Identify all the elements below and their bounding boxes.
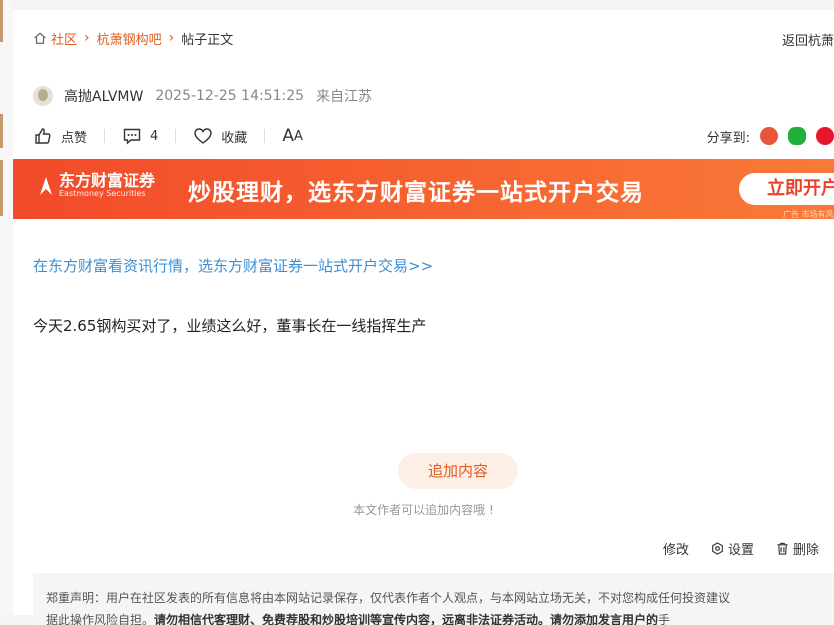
settings-label: 设置 xyxy=(727,542,754,558)
font-size-large-glyph: A xyxy=(282,126,294,146)
ad-note: 广告 市场有风险 xyxy=(783,210,834,219)
disclaimer-line: 据此操作风险自担。请勿相信代客理财、免费荐股和炒股培训等宣传内容，远离非法证券活… xyxy=(46,611,670,625)
edit-button[interactable]: 修改 xyxy=(663,539,689,558)
divider xyxy=(264,129,266,143)
font-size-small-glyph: A xyxy=(293,128,303,144)
comment-button[interactable]: 4 xyxy=(122,126,158,146)
comment-icon xyxy=(123,128,141,145)
side-accent-line xyxy=(0,114,3,148)
delete-button[interactable]: 删除 xyxy=(776,539,819,558)
post-content: 今天2.65钢构买对了，业绩这么好，董事长在一线指挥生产 xyxy=(33,317,427,335)
post-card: 社区 › 杭萧钢构吧 › 帖子正文 返回杭萧 高抛ALVMW 2025-12-2… xyxy=(13,10,834,625)
settings-button[interactable]: 设置 xyxy=(711,539,754,558)
like-button[interactable]: 点赞 xyxy=(33,126,87,146)
collect-label: 收藏 xyxy=(221,130,248,146)
brand-name-en: Eastmoney Securities xyxy=(59,189,146,198)
font-size-toggle[interactable]: AA xyxy=(282,126,303,146)
share-stock-friend-icon[interactable] xyxy=(760,127,778,145)
heart-icon xyxy=(194,128,212,144)
banner-slogan: 炒股理财，选东方财富证券一站式开户交易 xyxy=(188,180,644,206)
eastmoney-logo-icon xyxy=(40,177,52,195)
side-accent-line xyxy=(0,0,3,42)
brand-logo: 东方财富证券 Eastmoney Securities xyxy=(39,173,155,199)
comment-count: 4 xyxy=(150,128,159,144)
thumbs-up-icon xyxy=(35,128,51,144)
promo-link[interactable]: 在东方财富看资讯行情，选东方财富证券一站式开户交易>> xyxy=(33,255,433,276)
post-time: 2025-12-25 14:51:25 xyxy=(155,88,305,104)
weibo-icon[interactable] xyxy=(816,127,834,145)
ad-banner[interactable]: 东方财富证券 Eastmoney Securities 炒股理财，选东方财富证券… xyxy=(13,159,834,219)
author-name[interactable]: 高抛ALVMW xyxy=(64,86,143,106)
avatar[interactable] xyxy=(33,86,53,106)
home-icon xyxy=(34,32,46,44)
collect-button[interactable]: 收藏 xyxy=(193,126,247,146)
trash-icon xyxy=(777,542,788,555)
wechat-icon[interactable] xyxy=(788,127,806,145)
disclaimer: 郑重声明：用户在社区发表的所有信息将由本网站记录保存，仅代表作者个人观点，与本网… xyxy=(33,573,834,625)
author-line: 高抛ALVMW 2025-12-25 14:51:25 来自江苏 xyxy=(33,84,372,108)
action-bar: 点赞 4 收藏 AA xyxy=(33,124,303,148)
page-left-edge xyxy=(0,0,13,615)
disclaimer-line: 郑重声明：用户在社区发表的所有信息将由本网站记录保存，仅代表作者个人观点，与本网… xyxy=(46,591,731,605)
breadcrumb: 社区 › 杭萧钢构吧 › 帖子正文 xyxy=(33,29,234,48)
chevron-right-icon: › xyxy=(168,30,175,46)
divider xyxy=(104,129,106,143)
breadcrumb-community-link[interactable]: 社区 xyxy=(51,29,77,48)
post-location: 来自江苏 xyxy=(316,89,373,105)
divider xyxy=(175,129,177,143)
side-accent-line xyxy=(0,160,3,216)
delete-label: 删除 xyxy=(792,542,819,558)
open-account-button[interactable]: 立即开户 xyxy=(739,173,834,205)
share-label: 分享到: xyxy=(706,130,750,146)
back-to-forum-link[interactable]: 返回杭萧 xyxy=(782,30,834,49)
settings-icon xyxy=(712,541,723,555)
share-bar: 分享到: xyxy=(707,124,834,148)
post-ops: 修改 设置 删除 xyxy=(641,539,819,558)
like-label: 点赞 xyxy=(61,130,88,146)
chevron-right-icon: › xyxy=(84,30,90,46)
brand-name-zh: 东方财富证券 xyxy=(59,171,156,190)
append-tip: 本文作者可以追加内容哦 ! xyxy=(353,503,494,517)
edit-label: 修改 xyxy=(662,542,689,558)
breadcrumb-current: 帖子正文 xyxy=(181,32,234,48)
append-content-button[interactable]: 追加内容 xyxy=(398,453,518,489)
breadcrumb-forum-link[interactable]: 杭萧钢构吧 xyxy=(97,29,162,48)
